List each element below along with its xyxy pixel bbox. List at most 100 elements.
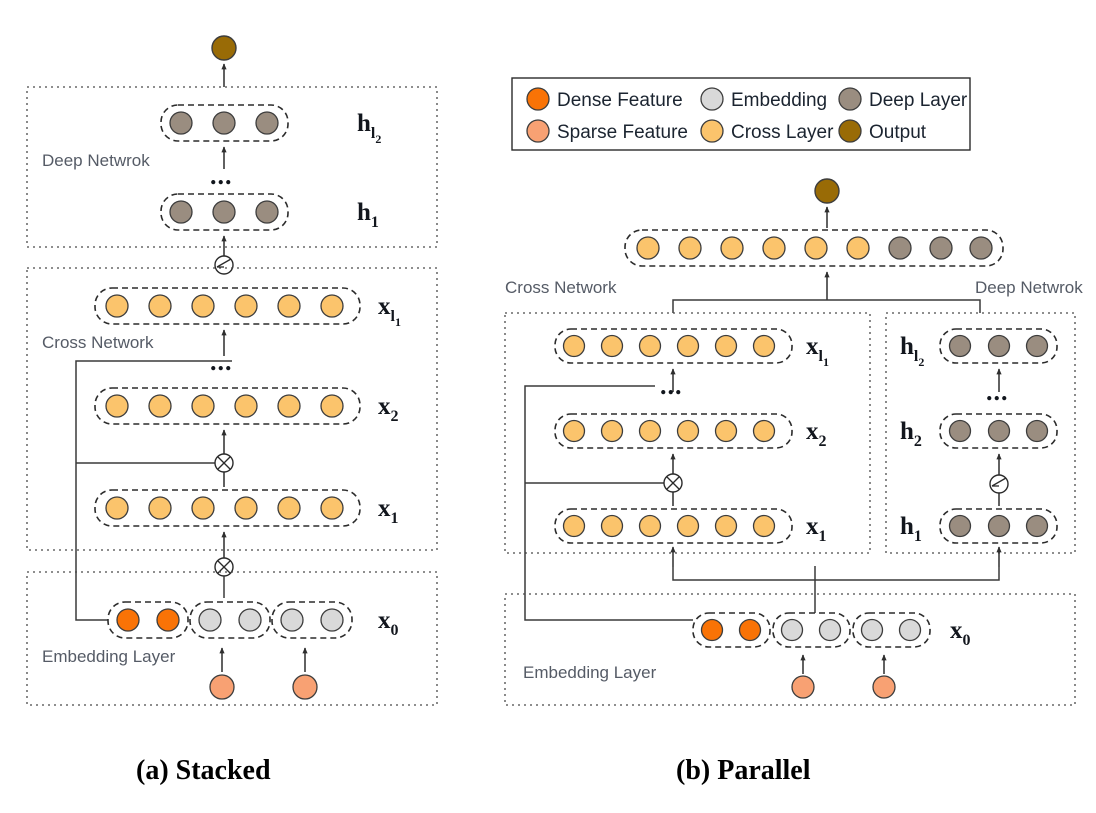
legend-swatch-cross-layer (700, 119, 724, 143)
stacked-activation-op (214, 255, 234, 275)
node-deep-layer (929, 236, 953, 260)
node-cross-layer (191, 394, 215, 418)
node-embedding (238, 608, 262, 632)
parallel-panel-embedding-layer (504, 593, 1076, 706)
legend-label-deep-layer: Deep Layer (869, 90, 968, 111)
node-cross-layer (234, 496, 258, 520)
stacked-row-label-x-1: x1 (378, 495, 399, 527)
stacked-panel-cross-network (26, 267, 438, 551)
node-deep-layer (987, 419, 1011, 443)
node-embedding (898, 618, 922, 642)
stacked-row-x-2: x2 (94, 387, 399, 425)
stacked-row-x-l1: xl1 (94, 287, 401, 329)
node-dense-feature (156, 608, 180, 632)
node-deep-layer (212, 111, 236, 135)
node-cross-layer (720, 236, 744, 260)
parallel-row-label-h-2: h2 (900, 418, 922, 450)
node-deep-layer (212, 200, 236, 224)
node-embedding (280, 608, 304, 632)
parallel-row-label-x-2: x2 (806, 418, 827, 450)
node-cross-layer (234, 394, 258, 418)
stacked-output-node (211, 35, 237, 61)
node-cross-layer (752, 419, 776, 443)
node-cross-layer (638, 334, 662, 358)
node-deep-layer (948, 334, 972, 358)
node-cross-layer (320, 496, 344, 520)
node-deep-layer (1025, 419, 1049, 443)
node-cross-layer (714, 514, 738, 538)
node-cross-layer (105, 496, 129, 520)
parallel-panel-label-embedding-layer: Embedding Layer (523, 663, 657, 682)
parallel-row-x-0: x0 (692, 612, 971, 649)
node-cross-layer (562, 514, 586, 538)
node-deep-layer (255, 200, 279, 224)
node-cross-layer (600, 334, 624, 358)
stacked-row-x-1-group (94, 489, 361, 527)
parallel-row-label-x-l1: xl1 (806, 333, 829, 369)
node-cross-layer (105, 394, 129, 418)
stacked-row-label-x-2: x2 (378, 393, 399, 425)
parallel-ellipsis-cross: ... (660, 371, 683, 400)
parallel-concat-row (624, 229, 1004, 267)
parallel-feed-bus-left (672, 566, 816, 581)
legend-label-dense-feature: Dense Feature (557, 90, 683, 111)
legend-label-embedding: Embedding (731, 90, 827, 111)
parallel-row-h-2: h2 (900, 413, 1058, 450)
node-cross-layer (678, 236, 702, 260)
node-dense-feature (700, 618, 724, 642)
stacked-row-x-1: x1 (94, 489, 399, 527)
node-cross-layer (600, 419, 624, 443)
node-cross-layer (714, 334, 738, 358)
parallel-row-label-x-0: x0 (950, 617, 971, 649)
node-cross-layer (752, 514, 776, 538)
node-cross-layer (638, 419, 662, 443)
legend-swatch-deep-layer (838, 87, 862, 111)
stacked-caption: (a) Stacked (136, 755, 271, 786)
node-deep-layer (969, 236, 993, 260)
stacked-panel-label-deep-network: Deep Netwrok (42, 151, 150, 170)
parallel-merge-bus (672, 299, 981, 313)
node-embedding (320, 608, 344, 632)
parallel-row-label-h-1: h1 (900, 513, 922, 545)
legend: Dense Feature Embedding Deep Layer Spars… (511, 77, 971, 151)
legend-swatch-sparse-feature (526, 119, 550, 143)
node-cross-layer (191, 496, 215, 520)
node-cross-layer (320, 394, 344, 418)
parallel-row-label-x-1: x1 (806, 513, 827, 545)
parallel-sparse-input-1 (791, 675, 815, 699)
node-deep-layer (169, 200, 193, 224)
stacked-row-h-1: h1 (160, 193, 379, 231)
node-cross-layer (320, 294, 344, 318)
stacked-row-label-x-l1: xl1 (378, 293, 401, 329)
node-cross-layer (804, 236, 828, 260)
node-cross-layer (191, 294, 215, 318)
node-deep-layer (255, 111, 279, 135)
stacked-architecture: Deep Netwrok hl2 ... h1 Cross Network xl… (26, 35, 438, 786)
legend-label-output: Output (869, 122, 927, 143)
parallel-cross-op-2 (663, 473, 683, 493)
parallel-output-node (814, 178, 840, 204)
node-cross-layer (636, 236, 660, 260)
stacked-row-x-l1-group (94, 287, 361, 325)
parallel-caption: (b) Parallel (676, 755, 811, 786)
legend-label-cross-layer: Cross Layer (731, 122, 834, 143)
node-cross-layer (234, 294, 258, 318)
node-cross-layer (148, 496, 172, 520)
legend-swatch-embedding (700, 87, 724, 111)
parallel-feed-bus-right (815, 567, 1000, 581)
parallel-row-label-h-l2: hl2 (900, 333, 924, 369)
stacked-row-label-h-1: h1 (357, 199, 379, 231)
node-deep-layer (169, 111, 193, 135)
legend-swatch-dense-feature (526, 87, 550, 111)
node-cross-layer (562, 334, 586, 358)
node-cross-layer (105, 294, 129, 318)
node-embedding (780, 618, 804, 642)
legend-swatch-output (838, 119, 862, 143)
node-cross-layer (148, 394, 172, 418)
node-deep-layer (948, 419, 972, 443)
parallel-ellipsis-deep: ... (986, 377, 1009, 406)
node-cross-layer (714, 419, 738, 443)
stacked-panel-label-cross-network: Cross Network (42, 333, 154, 352)
parallel-panel-label-deep-network: Deep Netwrok (975, 278, 1083, 297)
stacked-row-label-h-l2: hl2 (357, 110, 381, 146)
